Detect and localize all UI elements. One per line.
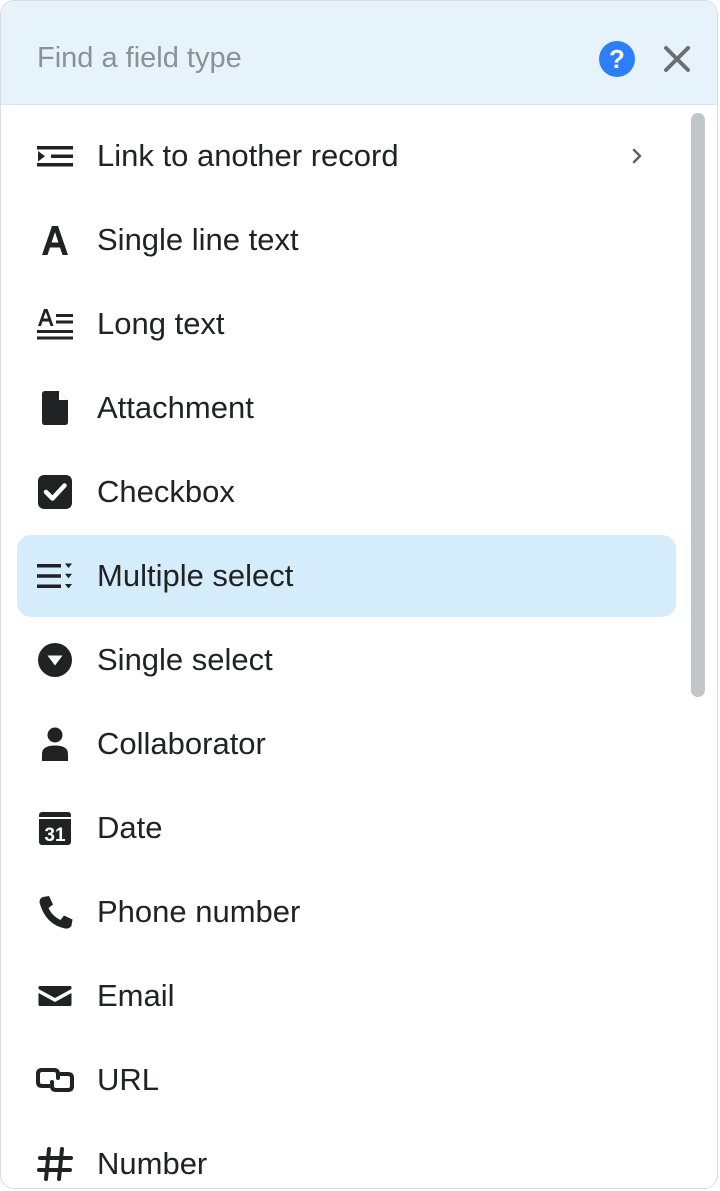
date-icon-number: 31: [44, 825, 66, 846]
field-type-number[interactable]: Number: [17, 1123, 676, 1188]
field-type-link-to-another-record[interactable]: Link to another record: [17, 115, 676, 197]
field-type-picker: ? Link to another record: [0, 0, 718, 1189]
field-type-checkbox[interactable]: Checkbox: [17, 451, 676, 533]
url-icon: [35, 1062, 75, 1098]
collaborator-icon: [35, 726, 75, 762]
field-type-multiple-select[interactable]: Multiple select: [17, 535, 676, 617]
field-type-email[interactable]: Email: [17, 955, 676, 1037]
field-type-phone-number[interactable]: Phone number: [17, 871, 676, 953]
field-type-label: Multiple select: [97, 558, 294, 593]
field-type-label: URL: [97, 1062, 160, 1097]
date-icon: 31: [35, 810, 75, 846]
chevron-right-icon: [627, 145, 647, 167]
field-type-label: Link to another record: [97, 138, 399, 173]
field-type-label: Number: [97, 1146, 208, 1181]
field-type-label: Single line text: [97, 222, 299, 257]
field-type-label: Long text: [97, 306, 225, 341]
field-type-label: Date: [97, 810, 163, 845]
scrollbar-thumb[interactable]: [691, 113, 705, 697]
field-type-url[interactable]: URL: [17, 1039, 676, 1121]
field-type-label: Checkbox: [97, 474, 235, 509]
email-icon: [35, 978, 75, 1014]
field-type-list: Link to another record Single line text: [1, 105, 717, 1188]
question-circle-icon[interactable]: ?: [599, 41, 635, 77]
long-text-icon: [35, 306, 75, 342]
field-type-date[interactable]: 31 Date: [17, 787, 676, 869]
field-type-attachment[interactable]: Attachment: [17, 367, 676, 449]
close-icon[interactable]: [657, 39, 697, 79]
link-record-icon: [35, 138, 75, 174]
search-bar: ?: [1, 1, 717, 105]
number-icon: [35, 1146, 75, 1182]
search-input[interactable]: [35, 31, 559, 85]
field-type-long-text[interactable]: Long text: [17, 283, 676, 365]
field-type-label: Email: [97, 978, 175, 1013]
checkbox-icon: [35, 474, 75, 510]
field-type-label: Collaborator: [97, 726, 266, 761]
single-line-text-icon: [35, 222, 75, 258]
multiple-select-icon: [35, 558, 75, 594]
field-type-single-select[interactable]: Single select: [17, 619, 676, 701]
field-type-collaborator[interactable]: Collaborator: [17, 703, 676, 785]
attachment-icon: [35, 390, 75, 426]
field-type-label: Single select: [97, 642, 273, 677]
field-type-label: Phone number: [97, 894, 301, 929]
single-select-icon: [35, 642, 75, 678]
phone-icon: [35, 894, 75, 930]
field-type-label: Attachment: [97, 390, 254, 425]
field-type-single-line-text[interactable]: Single line text: [17, 199, 676, 281]
